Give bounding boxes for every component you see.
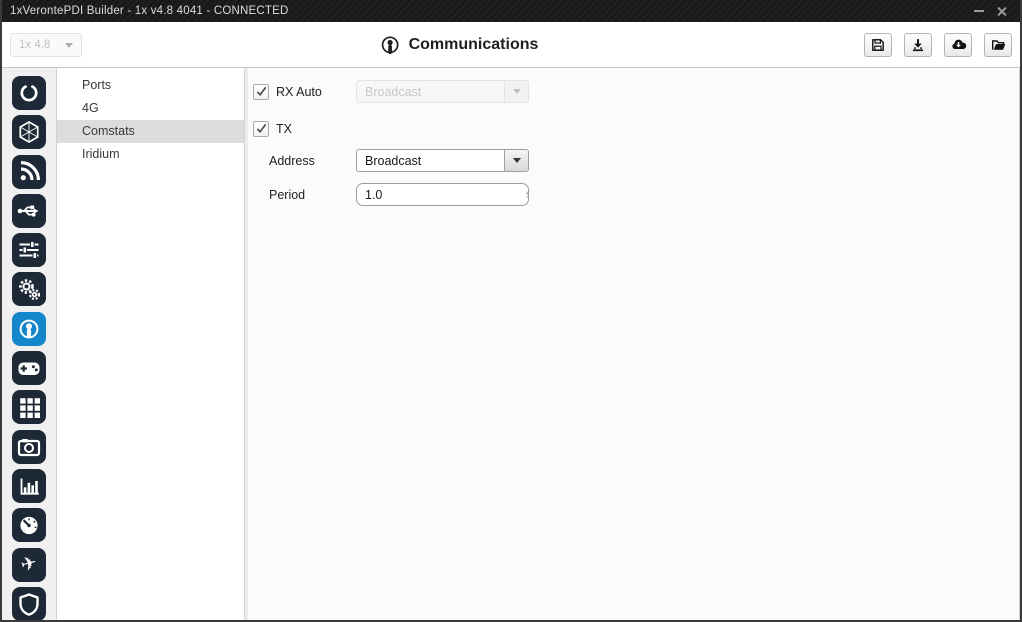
minimize-button[interactable] <box>968 3 990 19</box>
rx-auto-select[interactable]: Broadcast <box>356 80 529 103</box>
rx-auto-checkbox[interactable] <box>253 84 269 100</box>
sidebar-item-communications[interactable] <box>12 312 46 346</box>
period-input[interactable] <box>357 188 526 202</box>
chevron-down-icon <box>513 158 521 163</box>
tx-label: TX <box>276 122 292 136</box>
gauge-icon <box>13 509 45 541</box>
import-icon <box>910 37 926 53</box>
import-button[interactable] <box>904 33 932 57</box>
sidebar-item-matrix[interactable] <box>12 390 46 424</box>
app-window: 1xVerontePDI Builder - 1x v4.8 4041 - CO… <box>0 0 1022 622</box>
open-folder-icon <box>990 37 1007 53</box>
tx-row: TX <box>253 117 292 140</box>
sidebar-item-config[interactable] <box>12 233 46 267</box>
rx-auto-label: RX Auto <box>276 85 322 99</box>
podcast-icon <box>380 35 401 56</box>
address-row: Address <box>269 149 315 172</box>
address-label: Address <box>269 154 315 168</box>
camera-icon <box>13 431 45 463</box>
period-row: Period <box>269 183 305 206</box>
chevron-down-icon <box>65 43 73 48</box>
airplane-icon: ✈ <box>19 553 39 575</box>
version-select[interactable]: 1x 4.8 <box>10 33 82 57</box>
nav-item-comstats[interactable]: Comstats <box>57 120 244 143</box>
nav-panel: Ports 4G Comstats Iridium <box>57 68 245 620</box>
sidebar-item-safety[interactable] <box>12 587 46 621</box>
rx-auto-select-value: Broadcast <box>357 85 504 99</box>
usb-icon <box>13 195 45 227</box>
sliders-icon <box>13 234 45 266</box>
save-icon <box>870 37 886 53</box>
sidebar-item-camera[interactable] <box>12 430 46 464</box>
toolbar-actions <box>864 33 1012 57</box>
chevron-down-icon <box>513 89 521 94</box>
sidebar-item-stick[interactable] <box>12 351 46 385</box>
version-select-value: 1x 4.8 <box>19 39 65 51</box>
sidebar-item-telemetry[interactable] <box>12 155 46 189</box>
sidebar-item-stats[interactable] <box>12 469 46 503</box>
rss-icon <box>13 156 45 188</box>
sidebar-item-gauge[interactable] <box>12 508 46 542</box>
nav-item-iridium[interactable]: Iridium <box>57 143 244 166</box>
gamepad-icon <box>13 352 45 384</box>
address-select-value: Broadcast <box>357 154 504 168</box>
period-field: s <box>356 183 529 206</box>
address-select[interactable]: Broadcast <box>356 149 529 172</box>
sidebar-item-automations[interactable] <box>12 272 46 306</box>
bar-chart-icon <box>13 470 45 502</box>
sidebar-item-platform[interactable] <box>12 76 46 110</box>
window-title: 1xVerontePDI Builder - 1x v4.8 4041 - CO… <box>10 5 968 17</box>
hexagon-mesh-icon <box>13 116 45 148</box>
main-panel: RX Auto Broadcast TX Address Broad <box>248 68 1020 620</box>
period-unit: s <box>526 189 529 201</box>
checkmark-icon <box>255 85 268 98</box>
page-title: Communications <box>409 36 539 54</box>
podcast-icon <box>13 313 45 345</box>
cloud-download-icon <box>950 37 967 53</box>
minimize-icon <box>974 10 984 12</box>
page-header: Communications <box>380 22 539 68</box>
open-folder-button[interactable] <box>984 33 1012 57</box>
rx-auto-select-button[interactable] <box>504 81 528 102</box>
nav-item-ports[interactable]: Ports <box>57 74 244 97</box>
cloud-download-button[interactable] <box>944 33 972 57</box>
gears-icon <box>13 273 45 305</box>
sidebar-item-usb[interactable] <box>12 194 46 228</box>
nav-item-4g[interactable]: 4G <box>57 97 244 120</box>
window-body: ✈ Ports 4G Comstats Iridium <box>2 68 1020 620</box>
tx-checkbox[interactable] <box>253 121 269 137</box>
checkmark-icon <box>255 122 268 135</box>
period-label: Period <box>269 188 305 202</box>
address-select-button[interactable] <box>504 150 528 171</box>
icon-sidebar: ✈ <box>2 68 57 620</box>
sidebar-item-mesh[interactable] <box>12 115 46 149</box>
sidebar-item-flight[interactable]: ✈ <box>12 548 46 582</box>
save-button[interactable] <box>864 33 892 57</box>
close-button[interactable] <box>990 3 1012 19</box>
grid-icon <box>13 391 45 423</box>
close-icon <box>996 6 1007 17</box>
shield-icon <box>13 588 45 620</box>
title-bar: 1xVerontePDI Builder - 1x v4.8 4041 - CO… <box>2 0 1020 22</box>
rx-auto-row: RX Auto <box>253 80 322 103</box>
power-ring-icon <box>13 77 45 109</box>
toolbar: 1x 4.8 Communications <box>2 22 1020 68</box>
